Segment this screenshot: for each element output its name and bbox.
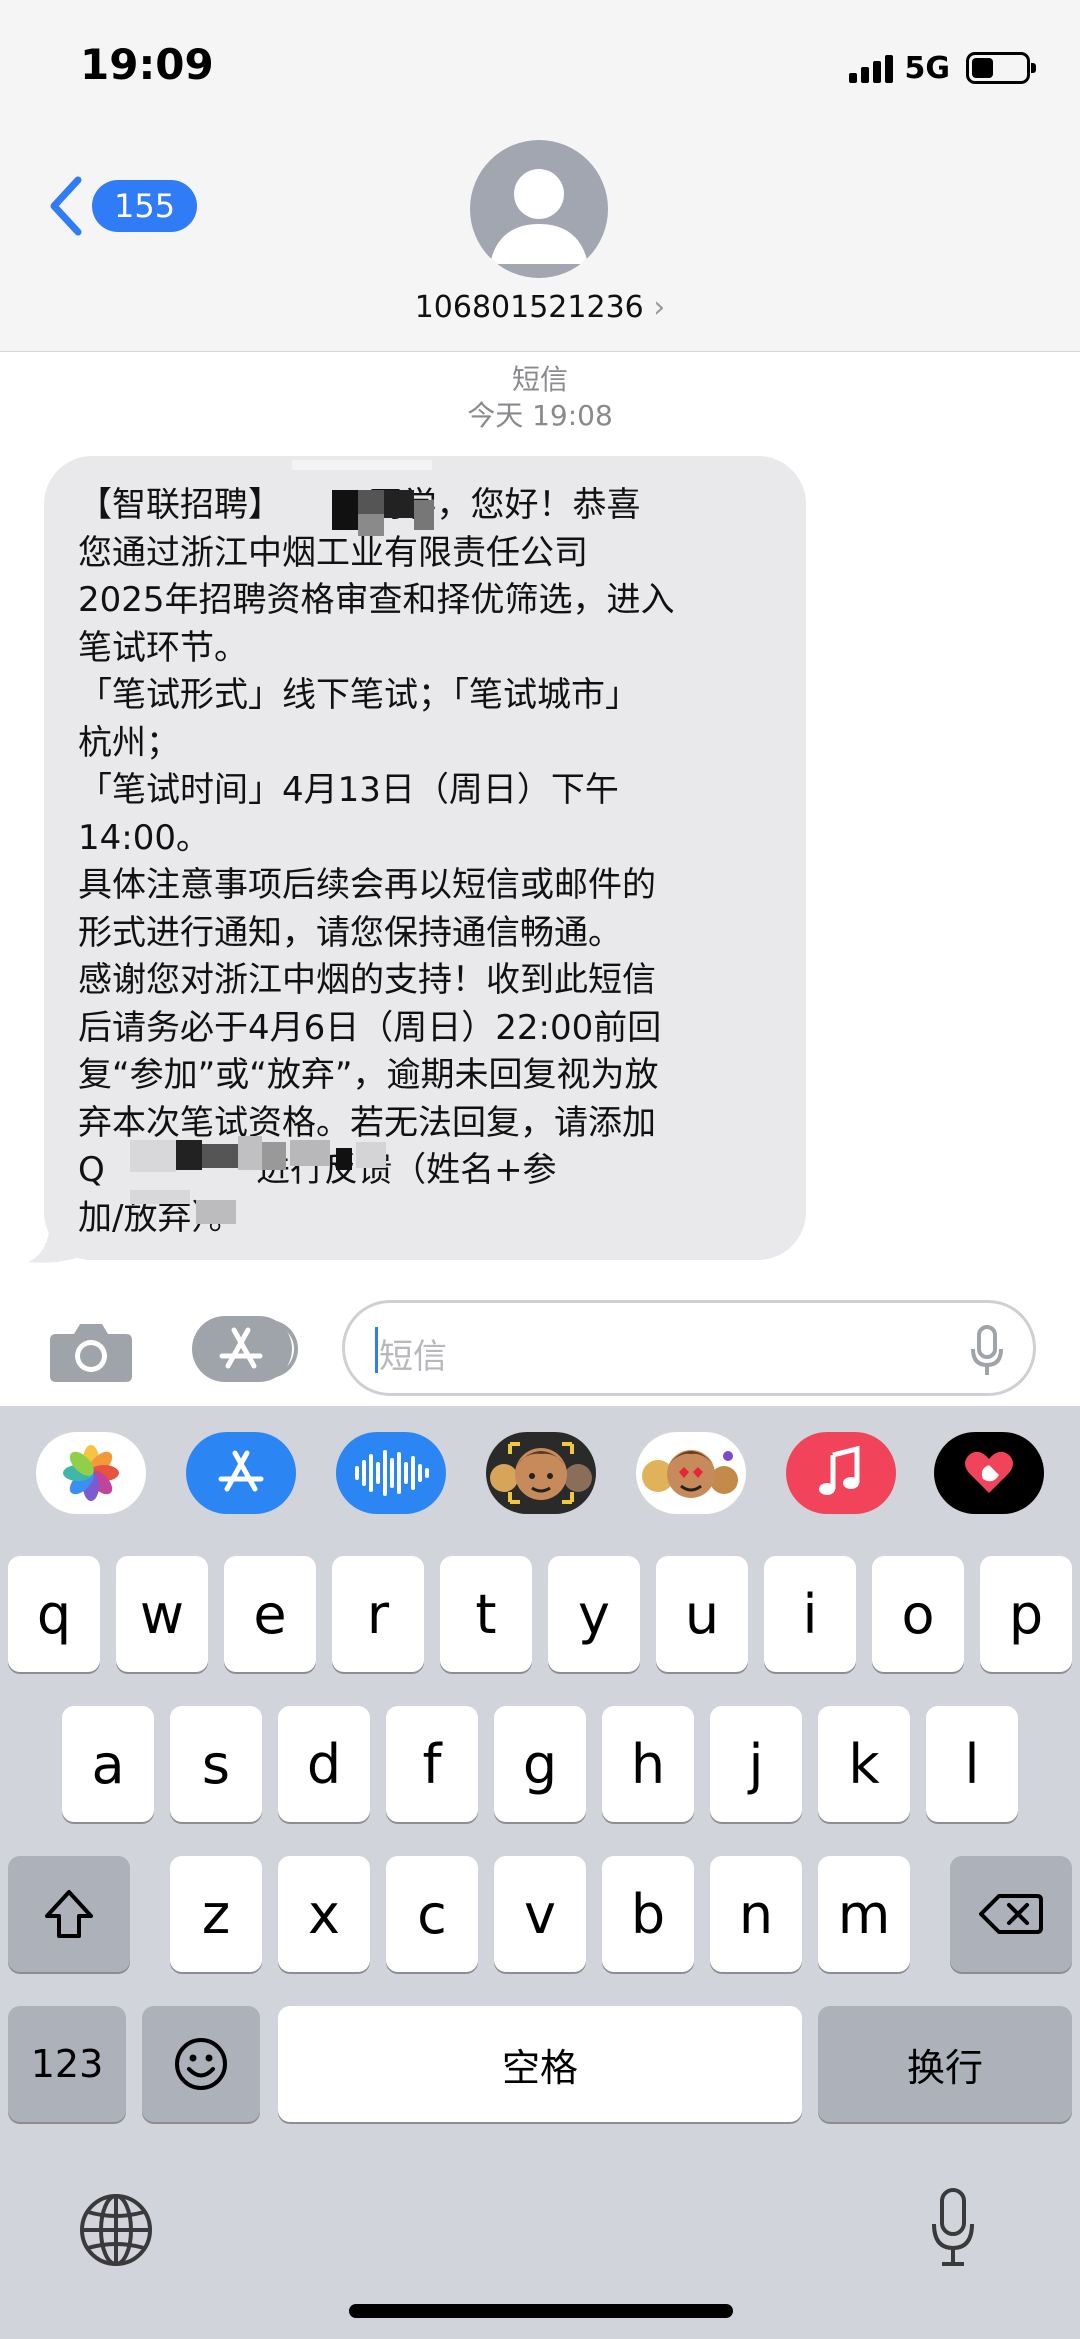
imessage-app-strip [0,1432,1080,1516]
memoji-icon [490,1442,592,1504]
message-input[interactable]: 短信 [342,1300,1036,1396]
message-line: 笔试环节。 [78,627,248,668]
signal-icon [848,53,893,83]
backspace-icon [979,1894,1043,1934]
globe-icon[interactable] [76,2190,156,2270]
key-f[interactable]: f [386,1706,478,1822]
photos-icon [63,1445,119,1501]
key-o[interactable]: o [872,1556,964,1672]
key-s[interactable]: s [170,1706,262,1822]
delete-key[interactable] [950,1856,1072,1972]
message-line: 具体注意事项后续会再以短信或邮件的 [78,865,656,905]
key-u[interactable]: u [656,1556,748,1672]
memoji-stickers-icon [642,1450,738,1498]
message-line: 您通过浙江中烟工业有限责任公司 [78,532,588,573]
network-type: 5G [904,50,951,86]
status-indicators: 5G [848,48,1036,88]
message-text: 【智联招聘】 同学，您好！恭喜 您通过浙江中烟工业有限责任公司 2025年招聘资… [78,482,790,1242]
shift-icon [45,1890,93,1938]
return-key[interactable]: 换行 [818,2006,1072,2122]
key-d[interactable]: d [278,1706,370,1822]
message-timestamp: 今天 19:08 [467,399,613,432]
key-x[interactable]: x [278,1856,370,1972]
emoji-icon [175,2038,227,2090]
person-icon [490,169,588,264]
app-store-app-button[interactable] [186,1432,296,1514]
text-cursor [375,1327,378,1373]
space-key[interactable]: 空格 [278,2006,802,2122]
message-line: 「笔试时间」4月13日（周日）下午 [78,770,619,810]
key-y[interactable]: y [548,1556,640,1672]
message-line: 感谢您对浙江中烟的支持！收到此短信 [78,960,656,1000]
status-time: 19:09 [80,40,214,89]
app-store-button[interactable] [192,1316,298,1382]
message-line: 2025年招聘资格审查和择优筛选，进入 [78,580,675,620]
message-line: 后请务必于4月6日（周日）22:00前回 [78,1007,662,1048]
service-label: 短信 [511,363,568,396]
home-indicator[interactable] [349,2304,733,2318]
battery-icon [966,52,1036,84]
key-c[interactable]: c [386,1856,478,1972]
key-e[interactable]: e [224,1556,316,1672]
message-line: 【智联招聘】 同学，您好！恭喜 [78,485,641,525]
key-m[interactable]: m [818,1856,910,1972]
music-note-icon [819,1445,860,1495]
message-line: 「笔试形式」线下笔试；「笔试城市」 [78,675,639,715]
key-n[interactable]: n [710,1856,802,1972]
key-t[interactable]: t [440,1556,532,1672]
key-h[interactable]: h [602,1706,694,1822]
message-line: 杭州； [78,722,180,763]
memoji-stickers-app-button[interactable] [636,1432,746,1514]
key-b[interactable]: b [602,1856,694,1972]
input-placeholder: 短信 [379,1337,447,1377]
memoji-app-button[interactable] [486,1432,596,1514]
audio-message-app-button[interactable] [336,1432,446,1514]
key-g[interactable]: g [494,1706,586,1822]
key-k[interactable]: k [818,1706,910,1822]
key-w[interactable]: w [116,1556,208,1672]
numbers-key[interactable]: 123 [8,2006,126,2122]
camera-icon[interactable] [48,1318,134,1384]
contact-avatar[interactable] [470,140,608,278]
message-line: 形式进行通知，请您保持通信畅通。 [78,912,622,953]
music-app-button[interactable] [786,1432,896,1514]
chevron-left-icon [50,176,82,236]
microphone-icon[interactable] [928,2186,978,2270]
key-a[interactable]: a [62,1706,154,1822]
digital-touch-app-button[interactable] [934,1432,1044,1514]
key-z[interactable]: z [170,1856,262,1972]
back-button[interactable]: 155 [44,174,198,238]
message-line: 14:00。 [78,817,210,858]
key-q[interactable]: q [8,1556,100,1672]
unread-count-badge: 155 [92,180,198,232]
contact-number-text: 106801521236 [414,290,644,325]
key-l[interactable]: l [926,1706,1018,1822]
key-p[interactable]: p [980,1556,1072,1672]
shift-key[interactable] [8,1856,130,1972]
app-store-icon [218,1450,264,1492]
message-line: 复“参加”或“放弃”，逾期未回复视为放 [78,1055,659,1095]
emoji-key[interactable] [142,2006,260,2122]
photos-app-button[interactable] [36,1432,146,1514]
key-j[interactable]: j [710,1706,802,1822]
digital-touch-icon [965,1451,1013,1493]
key-r[interactable]: r [332,1556,424,1672]
contact-name[interactable]: 106801521236 › [0,290,1080,325]
waveform-icon [355,1450,429,1496]
microphone-icon[interactable] [969,1325,1005,1377]
conversation-header: 19:09 5G 155 106801521236 › [0,0,1080,352]
key-i[interactable]: i [764,1556,856,1672]
chevron-right-icon: › [653,290,666,325]
key-v[interactable]: v [494,1856,586,1972]
